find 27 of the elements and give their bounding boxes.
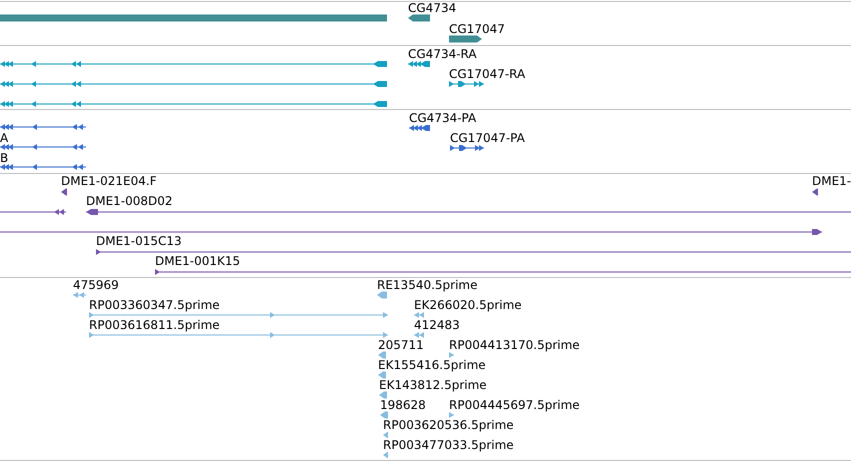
feature-label: RP003360347.5prime xyxy=(89,299,220,311)
feature-label: 412483 xyxy=(414,319,460,331)
feature-label: CG17047-PA xyxy=(450,132,525,144)
feature-label: RP003477033.5prime xyxy=(383,439,514,451)
feature-label: CG17047-RA xyxy=(449,68,526,80)
feature-label: B xyxy=(0,152,8,164)
feature-label: RP003620536.5prime xyxy=(383,419,514,431)
feature-label: EK266020.5prime xyxy=(414,299,522,311)
feature-label: RP004445697.5prime xyxy=(449,399,580,411)
feature-label: RE13540.5prime xyxy=(377,279,478,291)
feature-label: RP004413170.5prime xyxy=(449,339,580,351)
feature-label: DME1-021E04.F xyxy=(61,175,157,187)
feature-label: 205711 xyxy=(378,339,424,351)
feature-label: 475969 xyxy=(73,279,119,291)
feature-label: CG4734-PA xyxy=(409,112,476,124)
feature-label: 198628 xyxy=(380,399,426,411)
feature-label: CG17047 xyxy=(449,23,505,35)
feature-label: EK155416.5prime xyxy=(378,359,486,371)
feature-label: A xyxy=(0,132,8,144)
feature-label: DME1-015C13 xyxy=(96,235,182,247)
feature-label: DME1-008D02 xyxy=(86,195,173,207)
feature-label: CG4734 xyxy=(408,2,456,14)
feature-label: RP003616811.5prime xyxy=(89,319,220,331)
feature-label: CG4734-RA xyxy=(408,48,477,60)
feature-label: EK143812.5prime xyxy=(379,379,487,391)
feature-label: DME1-001K15 xyxy=(155,255,240,267)
feature-label: DME1- xyxy=(812,175,851,187)
